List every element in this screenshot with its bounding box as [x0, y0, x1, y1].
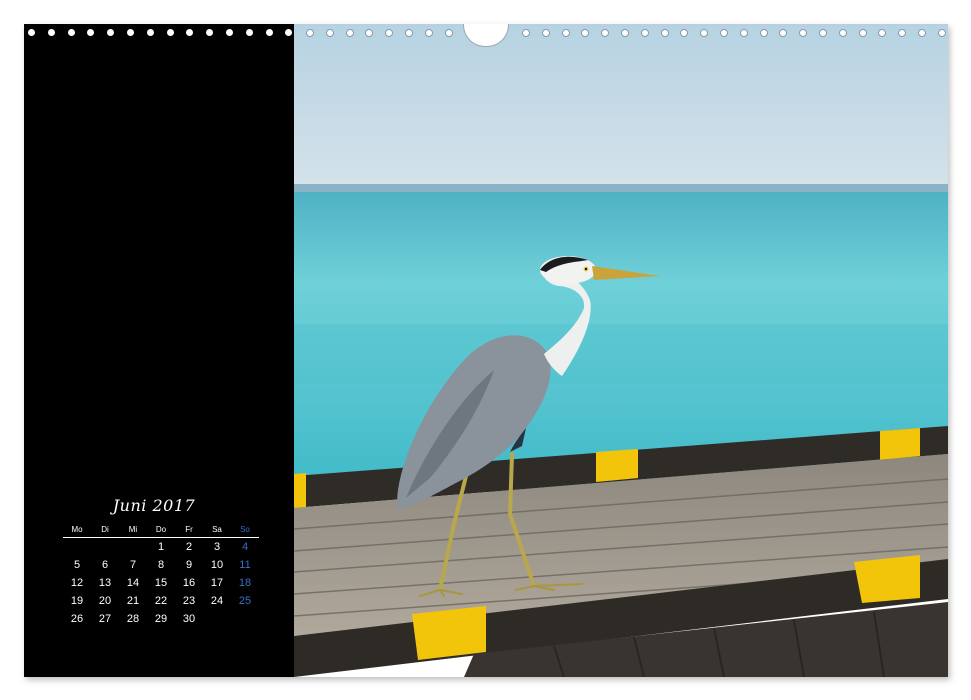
- binding-hole: [28, 29, 35, 36]
- day-cell: 16: [182, 577, 196, 589]
- day-cell: 28: [126, 613, 140, 625]
- day-cell: 15: [154, 577, 168, 589]
- binding-hole: [779, 29, 788, 37]
- binding-hole: [127, 29, 134, 36]
- binding-hole: [325, 29, 334, 37]
- day-cell: 10: [210, 559, 224, 571]
- day-cell: 25: [238, 595, 252, 607]
- binding-hole: [918, 29, 926, 37]
- day-cell: 27: [98, 613, 112, 625]
- binding-hole: [285, 29, 293, 36]
- day-cell: 2: [185, 541, 193, 553]
- weekday-header: Mo: [63, 525, 91, 538]
- binding-hole: [720, 29, 728, 37]
- binding-hole: [680, 29, 689, 37]
- binding-hole: [561, 29, 570, 37]
- binding-hole: [660, 29, 669, 37]
- binding-hole: [700, 29, 709, 37]
- binding-hole: [146, 29, 154, 36]
- heron-photo: [294, 24, 948, 677]
- binding-hole: [581, 29, 590, 37]
- empty-day-cell: [91, 538, 119, 556]
- binding-hole: [186, 29, 194, 36]
- month-calendar: Juni 2017 Mo Di Mi Do Fr Sa So 1 2 3 4 5 6 7 8 9 10 11 12 1…: [63, 496, 259, 628]
- binding-hole: [759, 29, 768, 37]
- day-cell: 23: [182, 595, 196, 607]
- binding-hole: [858, 29, 867, 37]
- day-cell: 6: [101, 559, 109, 571]
- day-cell: 12: [70, 577, 84, 589]
- binding-hole: [937, 29, 946, 37]
- day-cell: 21: [126, 595, 140, 607]
- binding-hole: [444, 29, 453, 37]
- empty-day-cell: [63, 538, 91, 556]
- day-cell: 14: [126, 577, 140, 589]
- day-cell: 9: [185, 559, 193, 571]
- binding-hole: [107, 29, 115, 36]
- empty-day-cell: [119, 538, 147, 556]
- binding-hole: [878, 29, 887, 37]
- binding-hole: [405, 29, 413, 37]
- binding-hole: [345, 29, 354, 37]
- binding-hole: [621, 29, 629, 37]
- weekday-header: Do: [147, 525, 175, 538]
- weekday-header: Fr: [175, 525, 203, 538]
- day-cell: 20: [98, 595, 112, 607]
- binding-hole: [206, 29, 214, 36]
- weekday-header: So: [231, 525, 259, 538]
- binding-hole: [365, 29, 374, 37]
- binding-hole: [47, 29, 55, 36]
- day-cell: 29: [154, 613, 168, 625]
- day-cell: 13: [98, 577, 112, 589]
- day-cell: 11: [239, 559, 251, 571]
- binding-hole: [424, 29, 433, 37]
- binding-hole: [819, 29, 827, 37]
- binding-hole: [541, 29, 550, 37]
- binding-hole: [67, 29, 75, 36]
- binding-hole: [898, 29, 907, 37]
- binding-hole: [226, 29, 233, 36]
- month-title: Juni 2017: [112, 496, 196, 515]
- day-cell: 8: [157, 559, 165, 571]
- binding-hole: [838, 29, 847, 37]
- binding-hole: [166, 29, 174, 36]
- calendar-grid: Mo Di Mi Do Fr Sa So 1 2 3 4 5 6 7 8 9 10 11 12 13 14 15 16 17 1…: [63, 525, 259, 628]
- day-cell: 19: [70, 595, 84, 607]
- day-cell: 3: [213, 541, 221, 553]
- calendar-page: Juni 2017 Mo Di Mi Do Fr Sa So 1 2 3 4 5 6 7 8 9 10 11 12 1…: [0, 0, 971, 700]
- day-cell: 26: [70, 613, 84, 625]
- binding-hole: [265, 29, 273, 36]
- weekday-header: Di: [91, 525, 119, 538]
- day-cell: 22: [154, 595, 168, 607]
- binding-hole: [640, 29, 649, 37]
- binding-hole: [601, 29, 610, 37]
- day-cell: 18: [238, 577, 252, 589]
- weekday-header: Sa: [203, 525, 231, 538]
- binding-hole: [306, 29, 314, 37]
- day-cell: 24: [210, 595, 224, 607]
- binding-hole: [87, 29, 95, 36]
- day-cell: 17: [210, 577, 224, 589]
- weekday-header: Mi: [119, 525, 147, 538]
- binding-hole: [739, 29, 748, 37]
- day-cell: 7: [129, 559, 137, 571]
- binding-hole: [522, 29, 530, 37]
- binding-hole: [245, 29, 253, 36]
- day-cell: 5: [73, 559, 81, 571]
- day-cell: 30: [182, 613, 196, 625]
- day-cell: 4: [241, 541, 249, 553]
- day-cell: 1: [157, 541, 165, 553]
- binding-hole: [799, 29, 808, 37]
- binding-hole: [385, 29, 394, 37]
- heron-on-dock-image: [294, 24, 948, 677]
